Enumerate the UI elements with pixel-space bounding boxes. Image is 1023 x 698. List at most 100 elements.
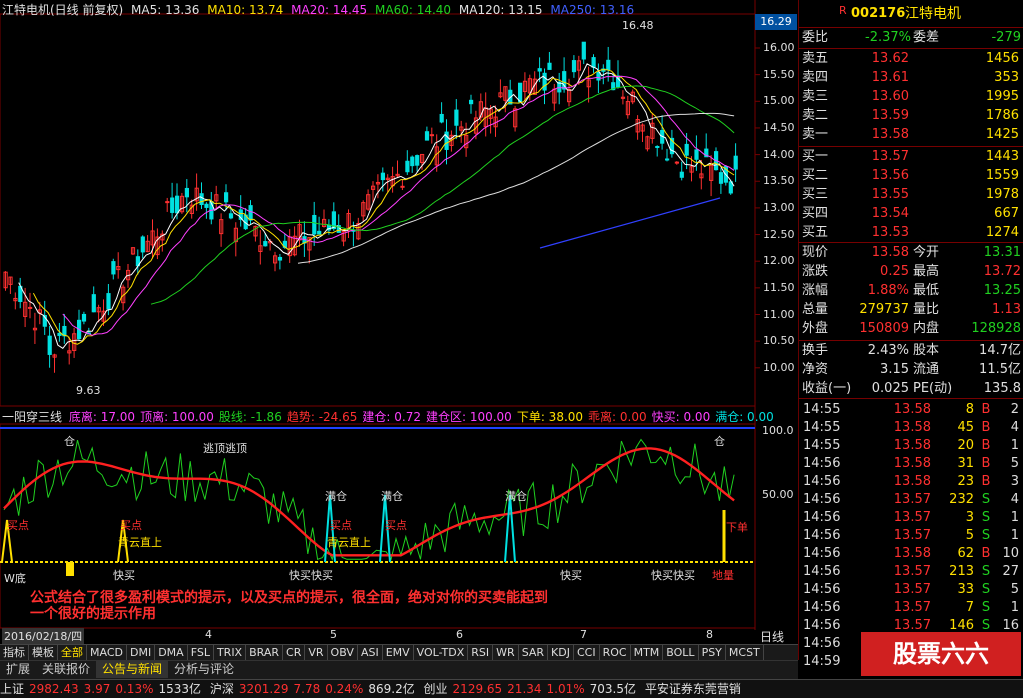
tab-全部[interactable]: 全部 xyxy=(58,645,87,660)
tab-dmi[interactable]: DMI xyxy=(127,645,156,660)
fin-row-1: 净资 3.15 流通 11.5亿 xyxy=(799,361,1023,379)
price-tick-2: 15.00 xyxy=(763,94,795,108)
indicator-item-9: 满仓: 0.00 xyxy=(715,410,774,424)
period-label[interactable]: 日线 xyxy=(760,628,784,645)
stat-row-0-label: 现价 xyxy=(802,245,829,260)
tab-boll[interactable]: BOLL xyxy=(663,645,699,660)
candle-body xyxy=(424,131,430,141)
stat-row-3-value2: 1.13 xyxy=(992,302,1021,317)
tab-kdj[interactable]: KDJ xyxy=(548,645,574,660)
sell-vol-0: 1456 xyxy=(985,51,1019,66)
tab-cci[interactable]: CCI xyxy=(574,645,600,660)
sub-tabs: 扩展 关联报价 公告与新闻 分析与评论 xyxy=(0,660,798,679)
tab-macd[interactable]: MACD xyxy=(87,645,127,660)
candle-body xyxy=(674,161,679,164)
tab-dma[interactable]: DMA xyxy=(155,645,188,660)
candle-body xyxy=(537,68,542,72)
candle-body xyxy=(571,60,577,73)
candle-body xyxy=(581,41,586,60)
stat-row-1-value2: 13.72 xyxy=(983,264,1021,279)
indicator-legend: 一阳穿三线 底离: 17.00 顶离: 100.00 股线: -1.86 趋势: -2… xyxy=(2,408,782,424)
tab-trix[interactable]: TRIX xyxy=(214,645,247,660)
price-panel-frame xyxy=(0,13,756,407)
tab-psy[interactable]: PSY xyxy=(699,645,726,660)
tab-mcst[interactable]: MCST xyxy=(726,645,764,660)
tick-time-8: 14:56 xyxy=(803,546,841,561)
annot-fast-4: 快买快买 xyxy=(651,569,695,582)
tab-roc[interactable]: ROC xyxy=(600,645,631,660)
stat-row-3-label: 总量 xyxy=(802,302,829,317)
sell-vol-3: 1786 xyxy=(985,108,1019,123)
stat-row-4-label2: 内盘 xyxy=(913,321,940,336)
tab-rsi[interactable]: RSI xyxy=(468,645,494,660)
subtab-3[interactable]: 分析与评论 xyxy=(168,661,240,678)
buy-label-4: 买五 xyxy=(802,225,829,240)
indicator-item-7: 乖离: 0.00 xyxy=(588,410,647,424)
tab-obv[interactable]: OBV xyxy=(328,645,358,660)
price-axis: 16.00 15.50 15.00 14.50 14.00 13.50 13.00 12.50… xyxy=(758,14,798,406)
comment-line-2: 一个很好的提示作用 xyxy=(30,606,156,622)
tick-time-7: 14:56 xyxy=(803,528,841,543)
stat-row-0: 现价 13.58 今开 13.31 xyxy=(799,244,1023,262)
tick-side-5: S xyxy=(981,492,991,507)
tab-vol-tdx[interactable]: VOL-TDX xyxy=(414,645,469,660)
watermark-logo: 股票六六 xyxy=(861,632,1021,676)
weicha-label: 委差 xyxy=(913,30,940,45)
broker-name: 平安证券东莞营销 xyxy=(644,682,741,696)
tick-price-7: 13.57 xyxy=(893,528,931,543)
stat-row-2-price: 1.88% xyxy=(867,283,909,298)
fin-row-2-price: 0.025 xyxy=(871,381,909,396)
tab-emv[interactable]: EMV xyxy=(383,645,414,660)
buy-label-3: 买四 xyxy=(802,206,829,221)
annot-buy-2: 买点 xyxy=(120,519,142,532)
tick-count-11: 1 xyxy=(1010,600,1019,615)
tick-count-4: 3 xyxy=(1010,474,1019,489)
ind-axis-100: 100.0 xyxy=(762,424,794,437)
comment-line-1: 公式结合了很多盈利模式的提示，以及买点的提示，很全面，绝对对你的买卖能起到 xyxy=(30,590,548,606)
tab-asi[interactable]: ASI xyxy=(358,645,383,660)
annot-w-bottom: W底 xyxy=(4,572,26,585)
tick-side-10: S xyxy=(981,582,991,597)
tab-brar[interactable]: BRAR xyxy=(246,645,284,660)
stock-marker: R xyxy=(839,4,847,17)
subtab-0[interactable]: 扩展 xyxy=(0,661,36,678)
candle-body xyxy=(591,57,596,68)
tab-vr[interactable]: VR xyxy=(305,645,328,660)
indicator-tabs: 指标 模板 全部 MACD DMI DMA FSL TRIX BRAR CR VR OBV ASI EMV… xyxy=(0,644,798,661)
tab-指标[interactable]: 指标 xyxy=(0,645,29,660)
tab-wr[interactable]: WR xyxy=(493,645,519,660)
subtab-1[interactable]: 关联报价 xyxy=(36,661,96,678)
tick-count-8: 10 xyxy=(1002,546,1019,561)
ma5-value: MA5: 13.36 xyxy=(131,3,200,17)
tick-vol-4: 23 xyxy=(957,474,974,489)
stat-row-1: 涨跌 0.25 最高 13.72 xyxy=(799,263,1023,281)
tick-count-0: 2 xyxy=(1010,402,1019,417)
price-tick-1: 15.50 xyxy=(763,67,795,81)
annot-man-1: 满仓 xyxy=(325,490,347,503)
indicator-items: 底离: 17.00 顶离: 100.00 股线: -1.86 趋势: -24.65 建仓… xyxy=(69,410,779,424)
candle-body xyxy=(47,335,52,355)
cy-label: 创业 xyxy=(423,682,448,696)
sell-row-3: 卖二 13.59 1786 xyxy=(799,107,1023,125)
indicator-item-1: 顶离: 100.00 xyxy=(140,410,214,424)
ma10-line xyxy=(32,69,735,345)
buy-vol-1: 1559 xyxy=(985,168,1019,183)
tick-side-11: S xyxy=(981,600,991,615)
kline-chart-area[interactable]: 16.00 15.50 15.00 14.50 14.00 13.50 13.00 12.50… xyxy=(0,0,798,630)
subtab-2[interactable]: 公告与新闻 xyxy=(96,661,169,678)
tab-fsl[interactable]: FSL xyxy=(188,645,214,660)
cy-value: 2129.65 xyxy=(452,682,503,696)
tab-mtm[interactable]: MTM xyxy=(631,645,664,660)
candle-body xyxy=(140,236,145,253)
fin-row-0-label2: 股本 xyxy=(913,343,940,358)
cy-amt: 703.5亿 xyxy=(589,682,637,696)
tab-模板[interactable]: 模板 xyxy=(29,645,58,660)
tick-price-11: 13.57 xyxy=(893,600,931,615)
price-tick-9: 11.50 xyxy=(763,280,795,294)
sell-label-4: 卖一 xyxy=(802,127,829,142)
tab-cr[interactable]: CR xyxy=(283,645,306,660)
fin-row-1-value2: 11.5亿 xyxy=(979,362,1021,377)
tick-side-2: B xyxy=(981,438,991,453)
hs-amt: 869.2亿 xyxy=(368,682,415,696)
tab-sar[interactable]: SAR xyxy=(519,645,549,660)
